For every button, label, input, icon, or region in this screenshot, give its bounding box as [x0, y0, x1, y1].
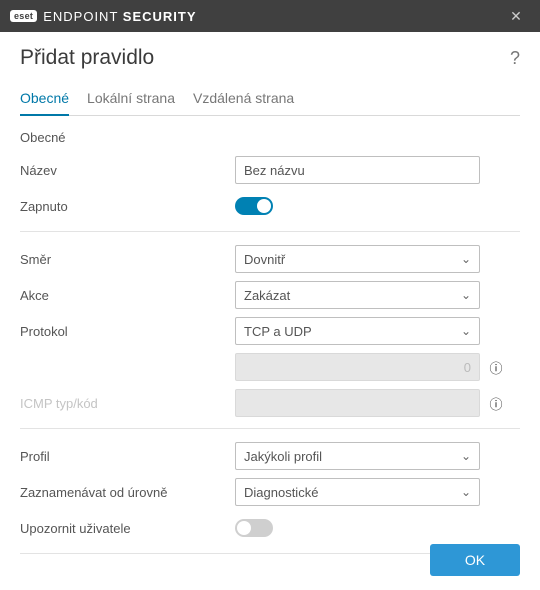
help-icon[interactable]: ?: [510, 48, 520, 69]
action-select-value: Zakázat: [244, 288, 290, 303]
profile-select-value: Jakýkoli profil: [244, 449, 322, 464]
protocol-label: Protokol: [20, 324, 235, 339]
dialog-title: Přidat pravidlo: [20, 46, 510, 70]
ok-button[interactable]: OK: [430, 544, 520, 576]
section-general-label: Obecné: [20, 130, 520, 145]
notify-label: Upozornit uživatele: [20, 521, 235, 536]
titlebar: eset ENDPOINT SECURITY ✕: [0, 0, 540, 32]
log-level-select-value: Diagnostické: [244, 485, 318, 500]
chevron-down-icon: ⌄: [461, 324, 471, 338]
protocol-select[interactable]: TCP a UDP ⌄: [235, 317, 480, 345]
icmp-label: ICMP typ/kód: [20, 396, 235, 411]
enabled-label: Zapnuto: [20, 199, 235, 214]
protocol-select-value: TCP a UDP: [244, 324, 312, 339]
chevron-down-icon: ⌄: [461, 485, 471, 499]
info-icon[interactable]: ⓘ: [488, 395, 504, 411]
protocol-number-input: [235, 353, 480, 381]
close-icon[interactable]: ✕: [502, 8, 530, 25]
log-level-label: Zaznamenávat od úrovně: [20, 485, 235, 500]
tab-general[interactable]: Obecné: [20, 84, 69, 116]
chevron-down-icon: ⌄: [461, 449, 471, 463]
name-input[interactable]: [235, 156, 480, 184]
action-select[interactable]: Zakázat ⌄: [235, 281, 480, 309]
brand-badge: eset: [10, 10, 37, 22]
brand-title-bold: SECURITY: [123, 9, 197, 24]
chevron-down-icon: ⌄: [461, 252, 471, 266]
brand-title-light: ENDPOINT: [43, 9, 118, 24]
brand-title: ENDPOINT SECURITY: [43, 9, 196, 24]
info-icon[interactable]: ⓘ: [488, 359, 504, 375]
profile-select[interactable]: Jakýkoli profil ⌄: [235, 442, 480, 470]
name-label: Název: [20, 163, 235, 178]
enabled-toggle[interactable]: [235, 197, 273, 215]
direction-label: Směr: [20, 252, 235, 267]
chevron-down-icon: ⌄: [461, 288, 471, 302]
tabs: Obecné Lokální strana Vzdálená strana: [20, 84, 520, 116]
action-label: Akce: [20, 288, 235, 303]
log-level-select[interactable]: Diagnostické ⌄: [235, 478, 480, 506]
direction-select[interactable]: Dovnitř ⌄: [235, 245, 480, 273]
direction-select-value: Dovnitř: [244, 252, 285, 267]
icmp-input: [235, 389, 480, 417]
tab-remote-side[interactable]: Vzdálená strana: [193, 84, 294, 115]
notify-toggle[interactable]: [235, 519, 273, 537]
profile-label: Profil: [20, 449, 235, 464]
tab-local-side[interactable]: Lokální strana: [87, 84, 175, 115]
